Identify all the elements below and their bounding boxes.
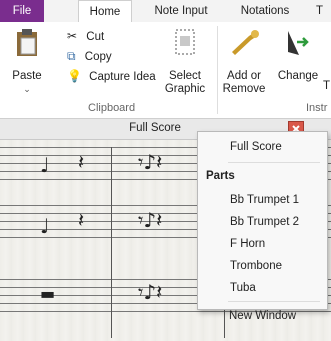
menu-item-bb-trumpet-2[interactable]: Bb Trumpet 2 [230, 216, 299, 228]
tab-note-input[interactable]: Note Input [144, 0, 218, 22]
menu-item-tuba[interactable]: Tuba [230, 282, 256, 294]
eighth-note-group[interactable]: 𝄾♪𝄽 [138, 152, 162, 172]
select-graphic-icon [175, 29, 195, 55]
parts-header: Parts [206, 170, 235, 182]
score-window-title[interactable]: Full Score [105, 122, 205, 134]
quarter-rest[interactable]: 𝄽 [78, 152, 84, 172]
whole-rest[interactable]: ▬ [40, 284, 55, 304]
menu-item-full-score[interactable]: Full Score [230, 141, 282, 153]
copy-icon: ⧉ [67, 49, 76, 63]
trumpet-icon [232, 30, 259, 55]
clipboard-group-label: Clipboard [88, 102, 136, 114]
group-separator [217, 26, 218, 114]
copy-button[interactable]: ⧉ Copy [67, 46, 112, 66]
change-instrument-icon [288, 31, 309, 55]
paste-button[interactable]: Paste ⌄ [2, 28, 52, 96]
quarter-rest[interactable]: 𝄽 [78, 210, 84, 230]
tab-next-partial[interactable]: T [316, 0, 331, 22]
chevron-down-icon: ⌄ [23, 84, 31, 94]
menu-item-f-horn[interactable]: F Horn [230, 238, 265, 250]
menu-separator [228, 301, 320, 302]
eighth-note-group[interactable]: 𝄾♪𝄽 [138, 210, 162, 230]
cut-button[interactable]: ✂ Cut [67, 26, 104, 46]
score-window-menu: Full Score Parts Bb Trumpet 1 Bb Trumpet… [197, 131, 328, 310]
add-remove-button[interactable]: Add or Remove [222, 28, 266, 96]
ribbon-tabs: File Home Note Input Notations T [0, 0, 331, 24]
lightbulb-icon: 💡 [67, 69, 82, 83]
quarter-note[interactable]: ♩ [40, 216, 49, 236]
select-graphic-button[interactable]: Select Graphic [160, 28, 210, 96]
menu-item-new-window[interactable]: New Window [229, 310, 296, 322]
instruments-group-label: Instr [306, 102, 328, 114]
clipboard-icon [17, 29, 37, 56]
tab-home[interactable]: Home [78, 0, 132, 24]
next-button-label-partial: T [323, 80, 331, 92]
quarter-note[interactable]: ♩ [40, 155, 49, 175]
eighth-note-group[interactable]: 𝄾♪𝄽 [138, 282, 162, 302]
capture-idea-button[interactable]: 💡 Capture Idea [67, 66, 156, 86]
tab-notations[interactable]: Notations [226, 0, 304, 22]
menu-item-bb-trumpet-1[interactable]: Bb Trumpet 1 [230, 194, 299, 206]
change-instrument-button[interactable]: Change [276, 28, 320, 83]
tab-file[interactable]: File [0, 0, 44, 22]
menu-separator [228, 162, 320, 163]
menu-item-trombone[interactable]: Trombone [230, 260, 282, 272]
barline [111, 147, 112, 338]
ribbon: Paste ⌄ ✂ Cut ⧉ Copy 💡 Capture Idea Sele… [0, 22, 331, 119]
scissors-icon: ✂ [67, 29, 78, 43]
